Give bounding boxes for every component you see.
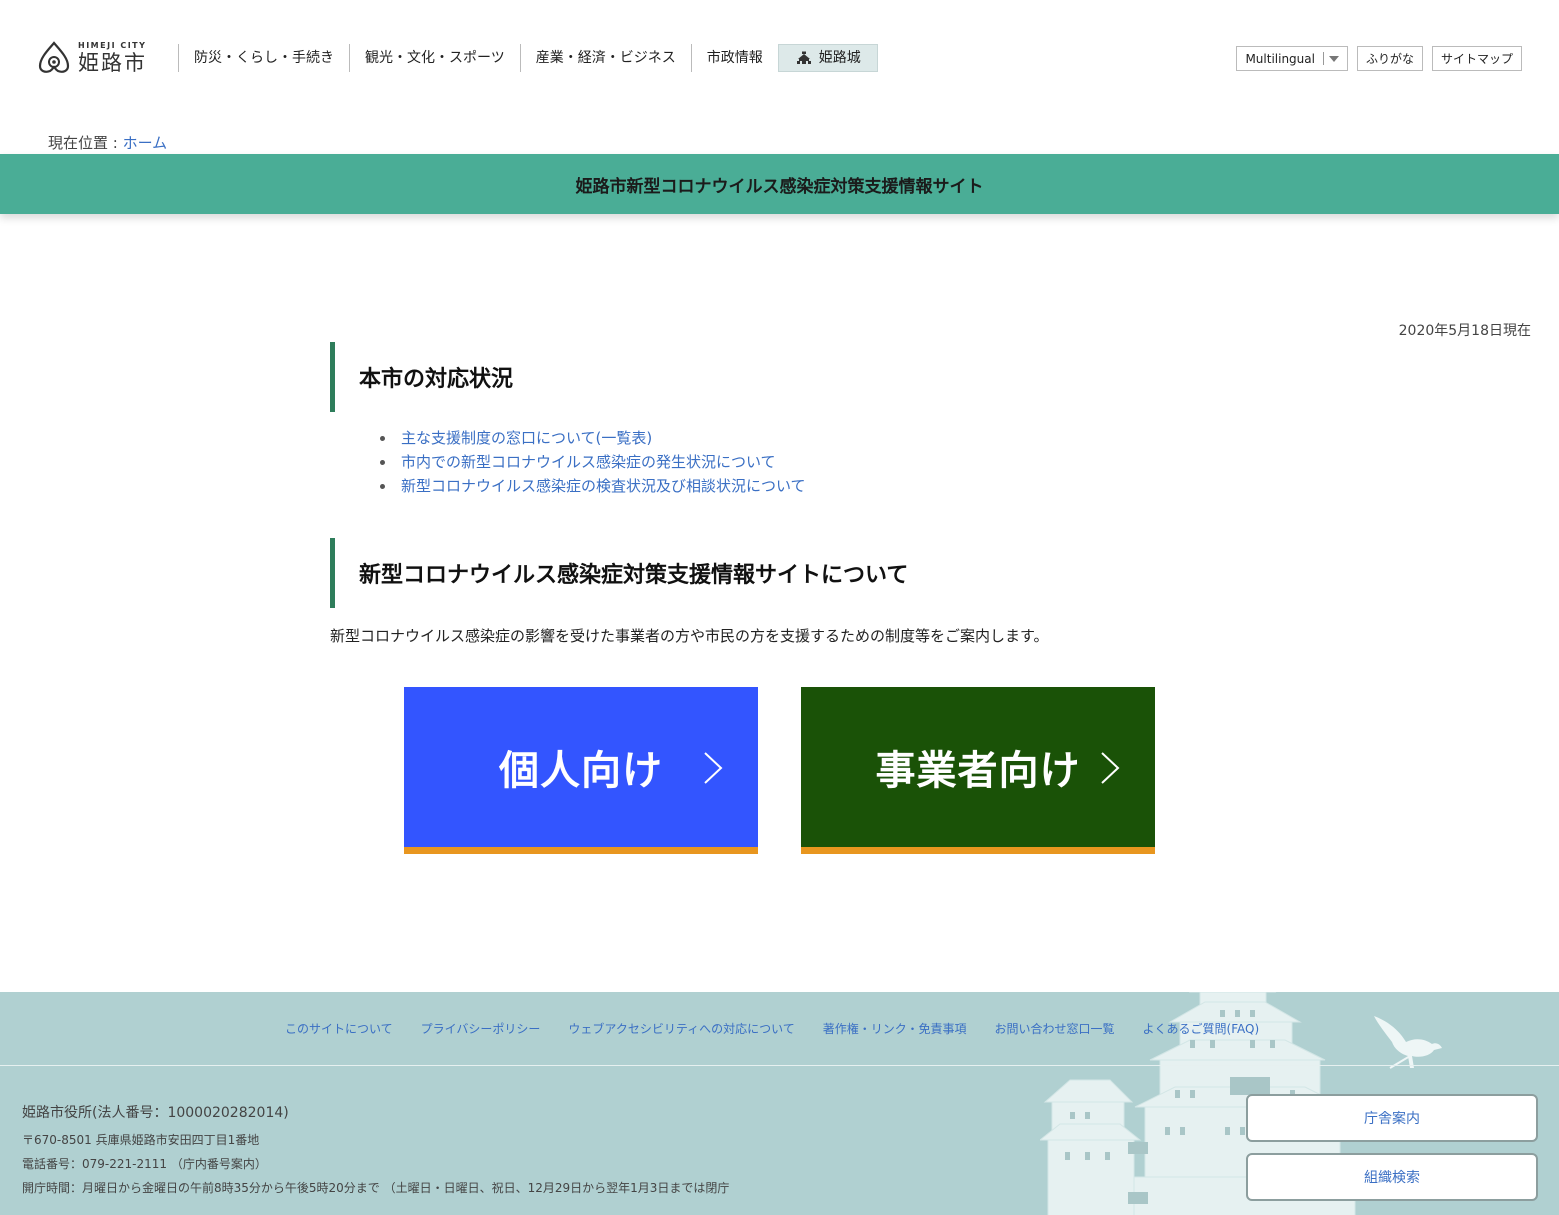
status-link[interactable]: 新型コロナウイルス感染症の検査状況及び相談状況について: [380, 474, 806, 498]
page-banner: 姫路市新型コロナウイルス感染症対策支援情報サイト: [0, 154, 1559, 214]
footer-link-contact[interactable]: お問い合わせ窓口一覧: [995, 1020, 1115, 1037]
footer-link-privacy[interactable]: プライバシーポリシー: [421, 1020, 541, 1037]
business-support-button[interactable]: 事業者向け: [801, 687, 1155, 854]
multilingual-label: Multilingual: [1245, 51, 1315, 66]
nav-item-sangyo[interactable]: 産業・経済・ビジネス: [519, 44, 691, 72]
status-link-text: 主な支援制度の窓口について(一覧表): [401, 429, 653, 447]
status-link[interactable]: 主な支援制度の窓口について(一覧表): [380, 426, 806, 450]
building-guide-button[interactable]: 庁舎案内: [1246, 1094, 1538, 1142]
breadcrumb-home-link[interactable]: ホーム: [123, 134, 168, 152]
global-nav: 防災・くらし・手続き 観光・文化・スポーツ 産業・経済・ビジネス 市政情報 姫路…: [178, 44, 878, 72]
city-logo[interactable]: HIMEJI CITY 姫路市: [36, 38, 156, 78]
logo-japanese: 姫路市: [78, 51, 147, 75]
breadcrumb-prefix: 現在位置 :: [48, 134, 123, 152]
nav-item-shisei[interactable]: 市政情報: [690, 44, 778, 72]
sitemap-button[interactable]: サイトマップ: [1431, 46, 1522, 71]
personal-button-label: 個人向け: [499, 748, 663, 794]
status-link-text: 新型コロナウイルス感染症の検査状況及び相談状況について: [401, 477, 806, 495]
himeji-logo-icon: [38, 41, 70, 73]
section-heading-about: 新型コロナウイルス感染症対策支援情報サイトについて: [330, 538, 908, 608]
chevron-right-icon: [1101, 752, 1120, 784]
nav-item-himeji-castle[interactable]: 姫路城: [777, 44, 878, 72]
city-hall-address: 〒670-8501 兵庫県姫路市安田四丁目1番地: [22, 1133, 260, 1147]
multilingual-select[interactable]: Multilingual: [1236, 46, 1348, 71]
utility-nav: Multilingual ふりがな サイトマップ: [1236, 46, 1522, 71]
status-link-text: 市内での新型コロナウイルス感染症の発生状況について: [401, 453, 776, 471]
page-title: 姫路市新型コロナウイルス感染症対策支援情報サイト: [575, 176, 984, 197]
about-lead-text: 新型コロナウイルス感染症の影響を受けた事業者の方や市民の方を支援するための制度等…: [330, 627, 1049, 645]
castle-icon: [796, 51, 811, 64]
chevron-right-icon: [704, 752, 723, 784]
logo-english: HIMEJI CITY: [78, 41, 147, 50]
footer-link-about[interactable]: このサイトについて: [285, 1020, 393, 1037]
footer-link-accessibility[interactable]: ウェブアクセシビリティへの対応について: [568, 1020, 794, 1037]
footer-divider: [0, 1065, 1559, 1066]
footer-contact-info: 姫路市役所(法人番号：1000020282014) 〒670-8501 兵庫県姫…: [22, 1102, 729, 1200]
nav-item-castle-label: 姫路城: [818, 50, 861, 66]
triangle-down-icon: [1328, 55, 1339, 62]
personal-support-button[interactable]: 個人向け: [404, 687, 758, 854]
city-hall-phone: 電話番号：079-221-2111 （庁内番号案内）: [22, 1157, 267, 1171]
organization-search-button[interactable]: 組織検索: [1246, 1153, 1538, 1201]
nav-item-bousai[interactable]: 防災・くらし・手続き: [178, 44, 349, 72]
footer-link-faq[interactable]: よくあるご質問(FAQ): [1143, 1020, 1260, 1037]
city-hall-hours: 開庁時間：月曜日から金曜日の午前8時35分から午後5時20分まで （土曜日・日曜…: [22, 1181, 730, 1195]
heron-illustration-icon: [1374, 1016, 1442, 1069]
furigana-button[interactable]: ふりがな: [1356, 46, 1423, 71]
city-hall-name: 姫路市役所(法人番号：1000020282014): [22, 1105, 289, 1121]
status-link-list: 主な支援制度の窓口について(一覧表) 市内での新型コロナウイルス感染症の発生状況…: [380, 426, 806, 498]
section-heading-status: 本市の対応状況: [330, 342, 513, 412]
breadcrumb: 現在位置 : ホーム: [48, 132, 167, 153]
nav-item-kanko[interactable]: 観光・文化・スポーツ: [349, 44, 520, 72]
footer-nav: このサイトについて プライバシーポリシー ウェブアクセシビリティへの対応について…: [285, 1020, 1259, 1037]
select-divider: [1322, 52, 1324, 65]
site-footer: このサイトについて プライバシーポリシー ウェブアクセシビリティへの対応について…: [0, 992, 1559, 1215]
site-header: HIMEJI CITY 姫路市 防災・くらし・手続き 観光・文化・スポーツ 産業…: [0, 0, 1559, 120]
business-button-label: 事業者向け: [875, 748, 1081, 794]
as-of-date: 2020年5月18日現在: [1398, 323, 1531, 339]
status-link[interactable]: 市内での新型コロナウイルス感染症の発生状況について: [380, 450, 806, 474]
footer-link-copyright[interactable]: 著作権・リンク・免責事項: [823, 1020, 967, 1037]
